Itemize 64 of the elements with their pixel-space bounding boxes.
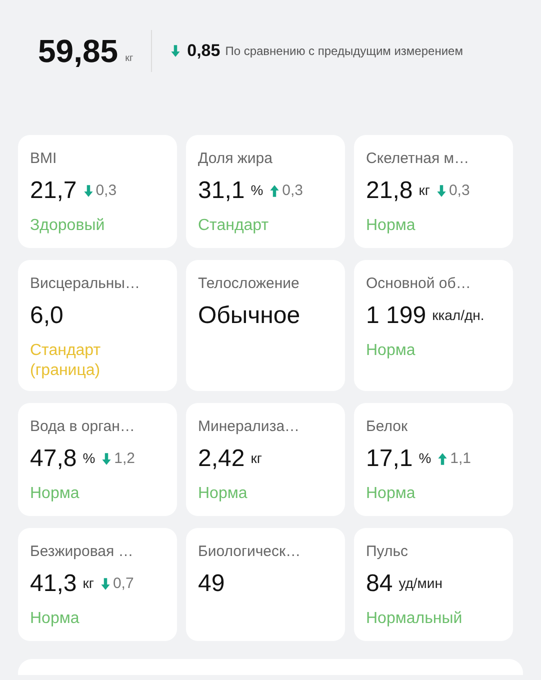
- metric-unit: %: [250, 181, 264, 200]
- metric-title: BMI: [30, 149, 58, 169]
- metric-change: 0,3: [448, 180, 470, 201]
- metric-title: Минерализа…: [198, 417, 301, 437]
- metric-status: Норма: [366, 484, 416, 504]
- weight-change: 0,85: [187, 40, 220, 62]
- metric-unit: кг: [250, 449, 262, 468]
- metric-status: Норма: [366, 216, 416, 236]
- metric-unit: %: [82, 449, 96, 468]
- metric-status: Стандарт: [198, 216, 270, 236]
- metric-card[interactable]: Телосложение Обычное: [186, 260, 345, 391]
- metric-status: Норма: [366, 341, 416, 361]
- metric-value: 31,1: [198, 179, 245, 203]
- comparison-caption: По сравнению с предыдущим измерением: [225, 43, 463, 60]
- metric-change: 0,3: [96, 180, 117, 201]
- metric-title: Пульс: [366, 542, 410, 562]
- metric-card[interactable]: Вода в орган… 47,8 % 1,2 Норма: [18, 403, 177, 516]
- metric-change: 1,2: [114, 448, 136, 469]
- metric-value: 6,0: [30, 304, 64, 328]
- weight-value: 59,85: [38, 35, 118, 67]
- metric-unit: кг: [82, 574, 94, 593]
- metric-value: 41,3: [30, 572, 77, 596]
- metric-value: 21,7: [30, 179, 77, 203]
- metric-card[interactable]: Скелетная м… 21,8 кг 0,3 Норма: [354, 135, 513, 248]
- metric-card[interactable]: Минерализа… 2,42 кг Норма: [186, 403, 345, 516]
- metric-change: 0,7: [112, 574, 134, 594]
- metric-card[interactable]: BMI 21,7 0,3 Здоровый: [18, 135, 177, 248]
- metric-unit: кг: [418, 181, 430, 200]
- weight-unit: кг: [125, 52, 134, 66]
- metric-value: 84: [366, 572, 393, 596]
- metric-unit: уд/мин: [398, 574, 442, 593]
- metric-title: Скелетная м…: [366, 149, 470, 169]
- metric-unit: %: [418, 449, 432, 468]
- metric-title: Вода в орган…: [30, 417, 136, 437]
- metric-status: Норма: [30, 609, 80, 629]
- metric-title: Белок: [366, 417, 409, 437]
- metric-title: Висцеральны…: [30, 274, 141, 294]
- metric-value: 47,8: [30, 447, 77, 471]
- metric-change: 0,3: [282, 180, 304, 201]
- metric-value: 17,1: [366, 447, 413, 471]
- metric-status: Здоровый: [30, 216, 106, 236]
- metric-card[interactable]: Висцеральны… 6,0 Стандарт (граница): [18, 260, 177, 391]
- metric-status: Нормальный: [366, 609, 464, 629]
- metric-card[interactable]: Белок 17,1 % 1,1 Норма: [354, 403, 513, 516]
- metric-card[interactable]: Доля жира 31,1 % 0,3 Стандарт: [186, 135, 345, 248]
- metric-value: 49: [198, 572, 225, 596]
- metric-status: Норма: [30, 484, 80, 504]
- metric-card[interactable]: Пульс 84 уд/мин Нормальный: [354, 528, 513, 641]
- metric-card[interactable]: Безжировая … 41,3 кг 0,7 Норма: [18, 528, 177, 641]
- metric-value: Обычное: [198, 304, 300, 328]
- metric-unit: ккал/дн.: [432, 306, 484, 325]
- metric-status: Стандарт (граница): [30, 341, 102, 381]
- metric-title: Биологическ…: [198, 542, 302, 562]
- metric-value: 2,42: [198, 447, 245, 471]
- metric-title: Доля жира: [198, 149, 274, 169]
- metric-title: Безжировая …: [30, 542, 134, 562]
- metric-card[interactable]: Биологическ… 49: [186, 528, 345, 641]
- metric-status: Норма: [198, 484, 248, 504]
- metric-value: 1 199: [366, 304, 426, 328]
- metric-change: 1,1: [450, 448, 472, 469]
- metric-title: Телосложение: [198, 274, 300, 294]
- metric-title: Основной об…: [366, 274, 472, 294]
- metric-value: 21,8: [366, 179, 413, 203]
- metric-card[interactable]: Основной об… 1 199 ккал/дн. Норма: [354, 260, 513, 391]
